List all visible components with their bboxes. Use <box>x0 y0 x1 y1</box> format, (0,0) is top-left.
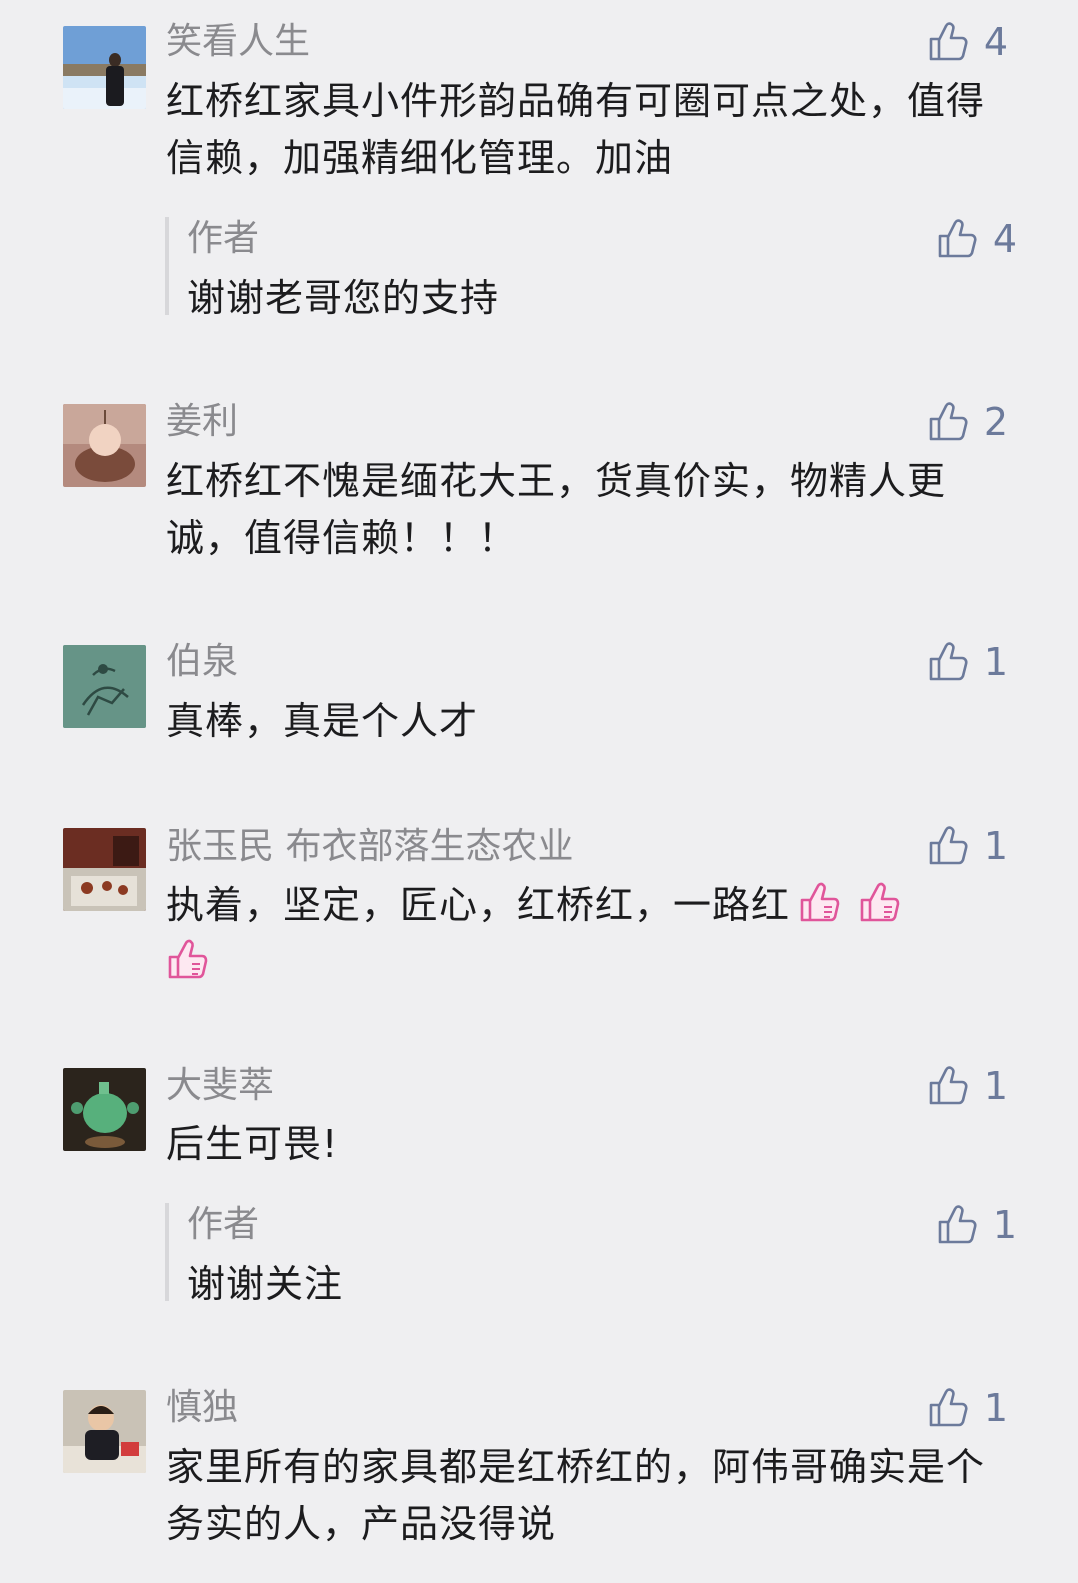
avatar[interactable] <box>63 645 146 728</box>
comment-text: 家里所有的家具都是红桥红的，阿伟哥确实是个务实的人，产品没得说 <box>166 1445 986 1546</box>
like-count: 1 <box>983 1386 1008 1430</box>
comment-text: 真棒，真是个人才 <box>166 699 479 743</box>
commenter-name[interactable]: 大斐萃 <box>166 1064 274 1108</box>
thumbs-up-emoji <box>858 880 902 924</box>
thumbs-up-icon <box>928 21 970 63</box>
thumbs-up-icon <box>928 641 970 683</box>
comment-text: 执着，坚定，匠心，红桥红，一路红 <box>166 877 986 991</box>
like-button[interactable]: 2 <box>928 400 1008 444</box>
thumbs-up-icon <box>937 218 979 260</box>
commenter-name[interactable]: 伯泉 <box>166 640 238 684</box>
thumbs-up-emoji <box>798 880 842 924</box>
commenter-name[interactable]: 张玉民 布衣部落生态农业 <box>166 825 573 869</box>
comment-text-content: 执着，坚定，匠心，红桥红，一路红 <box>166 883 791 927</box>
like-button[interactable]: 1 <box>928 1386 1008 1430</box>
like-count: 2 <box>983 400 1008 444</box>
like-button[interactable]: 1 <box>928 1064 1008 1108</box>
reply-author-name: 作者 <box>187 1204 260 1245</box>
comment-text: 红桥红家具小件形韵品确有可圈可点之处，值得信赖，加强精细化管理。加油 <box>166 79 986 180</box>
like-count: 1 <box>992 1203 1017 1247</box>
avatar[interactable] <box>63 1390 146 1473</box>
reply-author-name: 作者 <box>187 218 260 259</box>
commenter-name[interactable]: 姜利 <box>166 400 238 444</box>
author-reply: 作者 4 谢谢老哥您的支持 <box>165 217 1019 320</box>
comment-text: 红桥红不愧是缅花大王，货真价实，物精人更诚，值得信赖！！！ <box>166 459 947 560</box>
thumbs-up-icon <box>928 825 970 867</box>
thumbs-up-emoji <box>166 937 210 981</box>
comment-text: 后生可畏! <box>166 1122 339 1166</box>
reply-text: 谢谢老哥您的支持 <box>187 276 500 320</box>
like-count: 1 <box>983 824 1008 868</box>
avatar[interactable] <box>63 26 146 109</box>
reply-like-button[interactable]: 4 <box>937 217 1017 261</box>
thumbs-up-icon <box>928 1065 970 1107</box>
reply-like-button[interactable]: 1 <box>937 1203 1017 1247</box>
avatar[interactable] <box>63 828 146 911</box>
like-count: 1 <box>983 1064 1008 1108</box>
avatar[interactable] <box>63 1068 146 1151</box>
like-button[interactable]: 4 <box>928 20 1008 64</box>
thumbs-up-icon <box>928 1387 970 1429</box>
like-button[interactable]: 1 <box>928 824 1008 868</box>
reply-text: 谢谢关注 <box>187 1262 344 1306</box>
commenter-name[interactable]: 慎独 <box>166 1386 238 1430</box>
avatar[interactable] <box>63 404 146 487</box>
thumbs-up-icon <box>928 401 970 443</box>
like-count: 4 <box>983 20 1008 64</box>
like-button[interactable]: 1 <box>928 640 1008 684</box>
thumbs-up-icon <box>937 1204 979 1246</box>
like-count: 4 <box>992 217 1017 261</box>
commenter-name[interactable]: 笑看人生 <box>166 20 310 64</box>
like-count: 1 <box>983 640 1008 684</box>
author-reply: 作者 1 谢谢关注 <box>165 1203 1019 1306</box>
